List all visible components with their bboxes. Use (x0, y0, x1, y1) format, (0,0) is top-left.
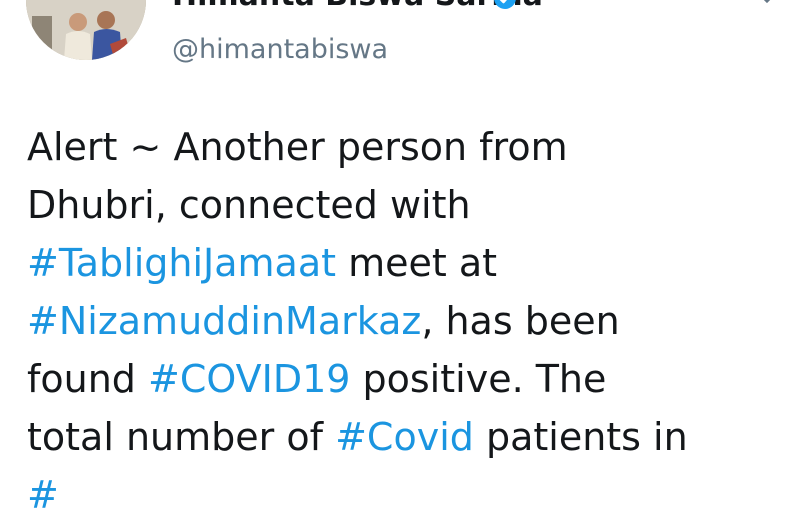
tweet-line: Dhubri, connected with (27, 176, 797, 234)
tweet-text-segment: Alert ~ Another person from (27, 125, 568, 169)
tweet-text-segment: total number of (27, 415, 336, 459)
verified-badge-icon (494, 0, 516, 9)
tweet-text-segment: found (27, 357, 148, 401)
tweet-line-cutoff: # (27, 466, 797, 524)
profile-photo-icon (26, 0, 146, 60)
tweet-text-segment: Dhubri, connected with (27, 183, 471, 227)
hashtag-link[interactable]: # (27, 473, 59, 517)
avatar[interactable] (26, 0, 146, 60)
hashtag-link[interactable]: #Covid (335, 415, 474, 459)
tweet-text: Alert ~ Another person from Dhubri, conne… (27, 118, 797, 524)
tweet-line: found #COVID19 positive. The (27, 350, 797, 408)
tweet-line: Alert ~ Another person from (27, 118, 797, 176)
tweet-text-segment: positive. The (350, 357, 607, 401)
tweet-line: total number of #Covid patients in (27, 408, 797, 466)
hashtag-link[interactable]: #COVID19 (148, 357, 350, 401)
hashtag-link[interactable]: #NizamuddinMarkaz (27, 299, 421, 343)
hashtag-link[interactable]: #TablighiJamaat (27, 241, 336, 285)
tweet-text-segment: , has been (421, 299, 620, 343)
chevron-down-icon[interactable] (752, 0, 782, 8)
tweet-text-segment: patients in (473, 415, 688, 459)
tweet-line: #NizamuddinMarkaz, has been (27, 292, 797, 350)
tweet-line: #TablighiJamaat meet at (27, 234, 797, 292)
tweet-text-segment: meet at (336, 241, 498, 285)
author-name[interactable]: Himanta Biswa Sarma (172, 0, 543, 13)
author-handle[interactable]: @himantabiswa (172, 34, 388, 65)
